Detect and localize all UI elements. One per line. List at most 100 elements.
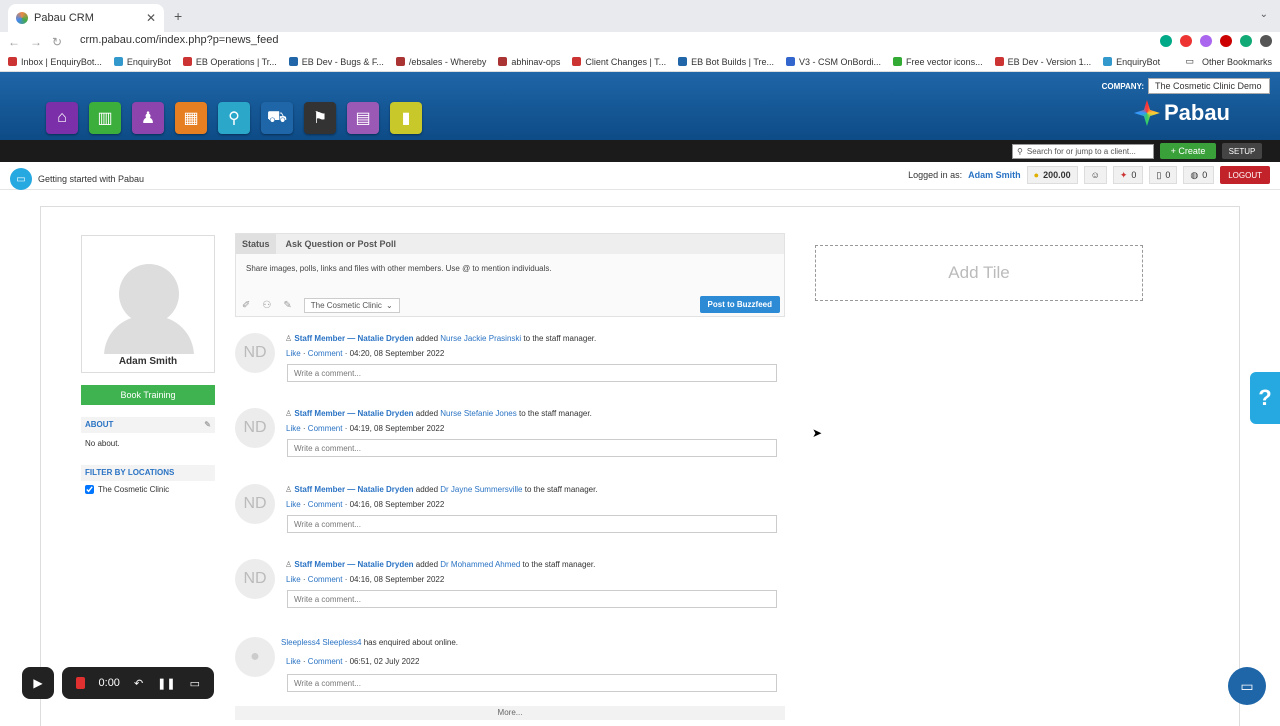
about-text: No about. bbox=[85, 439, 120, 448]
like-link[interactable]: Like bbox=[286, 575, 301, 584]
avatar[interactable]: ND bbox=[235, 408, 275, 448]
bookmark[interactable]: V3 - CSM OnBordi... bbox=[786, 57, 881, 67]
target-link[interactable]: Nurse Stefanie Jones bbox=[440, 409, 517, 418]
actor-link[interactable]: Staff Member — Natalie Dryden bbox=[294, 485, 413, 494]
trash-icon[interactable]: ▭ bbox=[190, 677, 200, 690]
stock-cart-icon[interactable]: ⛟ bbox=[261, 102, 293, 134]
help-icon[interactable]: ? bbox=[1250, 372, 1280, 424]
avatar[interactable]: ND bbox=[235, 559, 275, 599]
avatar[interactable]: ND bbox=[235, 333, 275, 373]
credits-badge[interactable]: ● 200.00 bbox=[1026, 166, 1078, 184]
bookmark[interactable]: Client Changes | T... bbox=[572, 57, 666, 67]
location-checkbox[interactable] bbox=[85, 485, 94, 494]
comment-link[interactable]: Comment bbox=[308, 500, 343, 509]
tasks-icon: ▯ bbox=[1156, 169, 1162, 180]
bookmark[interactable]: EB Operations | Tr... bbox=[182, 57, 277, 67]
people-icon[interactable]: ⚇ bbox=[262, 300, 271, 311]
messages-badge[interactable]: ◍ 0 bbox=[1183, 166, 1215, 184]
leads-icon[interactable]: ⚲ bbox=[218, 102, 250, 134]
actor-link[interactable]: Sleepless4 Sleepless4 bbox=[281, 638, 362, 647]
getting-started-link[interactable]: ▭ Getting started with Pabau bbox=[10, 168, 144, 190]
back-icon[interactable]: ← bbox=[8, 35, 20, 49]
bookmark[interactable]: EnquiryBot bbox=[113, 57, 171, 67]
company-selector[interactable]: COMPANY: The Cosmetic Clinic Demo bbox=[1102, 78, 1270, 94]
bookmark[interactable]: /ebsales - Whereby bbox=[395, 57, 486, 67]
target-link[interactable]: Dr Mohammed Ahmed bbox=[440, 560, 520, 569]
tasks-badge[interactable]: ▯ 0 bbox=[1149, 166, 1178, 184]
extension-icon[interactable] bbox=[1180, 35, 1192, 47]
new-tab-icon[interactable]: + bbox=[174, 8, 182, 24]
pins-badge[interactable]: ✦ 0 bbox=[1112, 166, 1144, 184]
actor-link[interactable]: Staff Member — Natalie Dryden bbox=[294, 560, 413, 569]
pause-icon[interactable]: ❚❚ bbox=[157, 677, 175, 690]
marketing-icon[interactable]: ▦ bbox=[175, 102, 207, 134]
edit-pencil-icon[interactable]: ✎ bbox=[204, 420, 211, 429]
reload-icon[interactable]: ↻ bbox=[52, 35, 62, 49]
comment-input[interactable]: Write a comment... bbox=[287, 364, 777, 382]
documents-icon[interactable]: ▮ bbox=[390, 102, 422, 134]
bookmark[interactable]: abhinav-ops bbox=[498, 57, 560, 67]
comment-link[interactable]: Comment bbox=[308, 424, 343, 433]
home-icon[interactable]: ⌂ bbox=[46, 102, 78, 134]
comment-link[interactable]: Comment bbox=[308, 575, 343, 584]
profile-avatar[interactable] bbox=[1260, 35, 1272, 47]
attach-icon[interactable]: ✐ bbox=[242, 300, 250, 311]
reports-icon[interactable]: ▥ bbox=[89, 102, 121, 134]
actor-link[interactable]: Staff Member — Natalie Dryden bbox=[294, 334, 413, 343]
target-link[interactable]: Nurse Jackie Prasinski bbox=[440, 334, 521, 343]
post-to-buzzfeed-button[interactable]: Post to Buzzfeed bbox=[699, 296, 780, 313]
comment-input[interactable]: Write a comment... bbox=[287, 439, 777, 457]
avatar[interactable]: ● bbox=[235, 637, 275, 677]
location-select[interactable]: The Cosmetic Clinic ⌄ bbox=[303, 298, 400, 313]
create-button[interactable]: + Create bbox=[1160, 143, 1216, 159]
avatar[interactable]: ND bbox=[235, 484, 275, 524]
user-name-link[interactable]: Adam Smith bbox=[968, 170, 1021, 180]
other-bookmarks[interactable]: ▭ Other Bookmarks bbox=[1185, 56, 1272, 67]
url-field[interactable]: crm.pabau.com/index.php?p=news_feed bbox=[80, 34, 278, 46]
tab-ask-question[interactable]: Ask Question or Post Poll bbox=[280, 234, 403, 254]
extension-icon[interactable] bbox=[1240, 35, 1252, 47]
bookmark[interactable]: EB Bot Builds | Tre... bbox=[678, 57, 774, 67]
pin-icon[interactable]: ✎ bbox=[283, 300, 291, 311]
extension-icon[interactable] bbox=[1220, 35, 1232, 47]
comment-link[interactable]: Comment bbox=[308, 657, 343, 666]
close-tab-icon[interactable]: ✕ bbox=[146, 11, 156, 25]
bookmark[interactable]: EB Dev - Bugs & F... bbox=[288, 57, 384, 67]
like-link[interactable]: Like bbox=[286, 657, 301, 666]
company-select[interactable]: The Cosmetic Clinic Demo bbox=[1148, 78, 1270, 94]
add-tile-button[interactable]: Add Tile bbox=[815, 245, 1143, 301]
extension-icon[interactable] bbox=[1160, 35, 1172, 47]
clients-icon[interactable]: ♟ bbox=[132, 102, 164, 134]
undo-icon[interactable]: ↶ bbox=[134, 677, 143, 690]
client-search-input[interactable]: ⚲ Search for or jump to a client... bbox=[1012, 144, 1154, 159]
setup-button[interactable]: SETUP bbox=[1222, 143, 1262, 159]
record-stop-icon[interactable] bbox=[76, 677, 85, 689]
comment-input[interactable]: Write a comment... bbox=[287, 590, 777, 608]
comment-link[interactable]: Comment bbox=[308, 349, 343, 358]
forward-icon[interactable]: → bbox=[30, 35, 42, 49]
composer-input[interactable]: Share images, polls, links and files wit… bbox=[246, 264, 552, 273]
like-link[interactable]: Like bbox=[286, 424, 301, 433]
tab-status[interactable]: Status bbox=[236, 234, 276, 254]
comment-input[interactable]: Write a comment... bbox=[287, 515, 777, 533]
bookmark[interactable]: EB Dev - Version 1... bbox=[994, 57, 1091, 67]
camera-icon[interactable]: ▶ bbox=[22, 667, 54, 699]
bookmark[interactable]: Inbox | EnquiryBot... bbox=[8, 57, 102, 67]
extension-icon[interactable] bbox=[1200, 35, 1212, 47]
more-button[interactable]: More... bbox=[235, 706, 785, 720]
like-link[interactable]: Like bbox=[286, 500, 301, 509]
tab-search-icon[interactable]: ⌄ bbox=[1260, 9, 1268, 20]
comment-input[interactable]: Write a comment... bbox=[287, 674, 777, 692]
calendar-icon[interactable]: ▤ bbox=[347, 102, 379, 134]
book-training-button[interactable]: Book Training bbox=[81, 385, 215, 405]
browser-tab[interactable]: Pabau CRM ✕ bbox=[8, 4, 164, 32]
target-link[interactable]: Dr Jayne Summersville bbox=[440, 485, 522, 494]
staff-icon[interactable]: ⚑ bbox=[304, 102, 336, 134]
like-link[interactable]: Like bbox=[286, 349, 301, 358]
actor-link[interactable]: Staff Member — Natalie Dryden bbox=[294, 409, 413, 418]
bookmark[interactable]: EnquiryBot bbox=[1103, 57, 1160, 67]
bookmark[interactable]: Free vector icons... bbox=[893, 57, 983, 67]
chat-icon[interactable]: ▭ bbox=[1228, 667, 1266, 705]
notifications-icon[interactable]: ☺ bbox=[1083, 166, 1107, 184]
logout-button[interactable]: LOGOUT bbox=[1220, 166, 1270, 184]
